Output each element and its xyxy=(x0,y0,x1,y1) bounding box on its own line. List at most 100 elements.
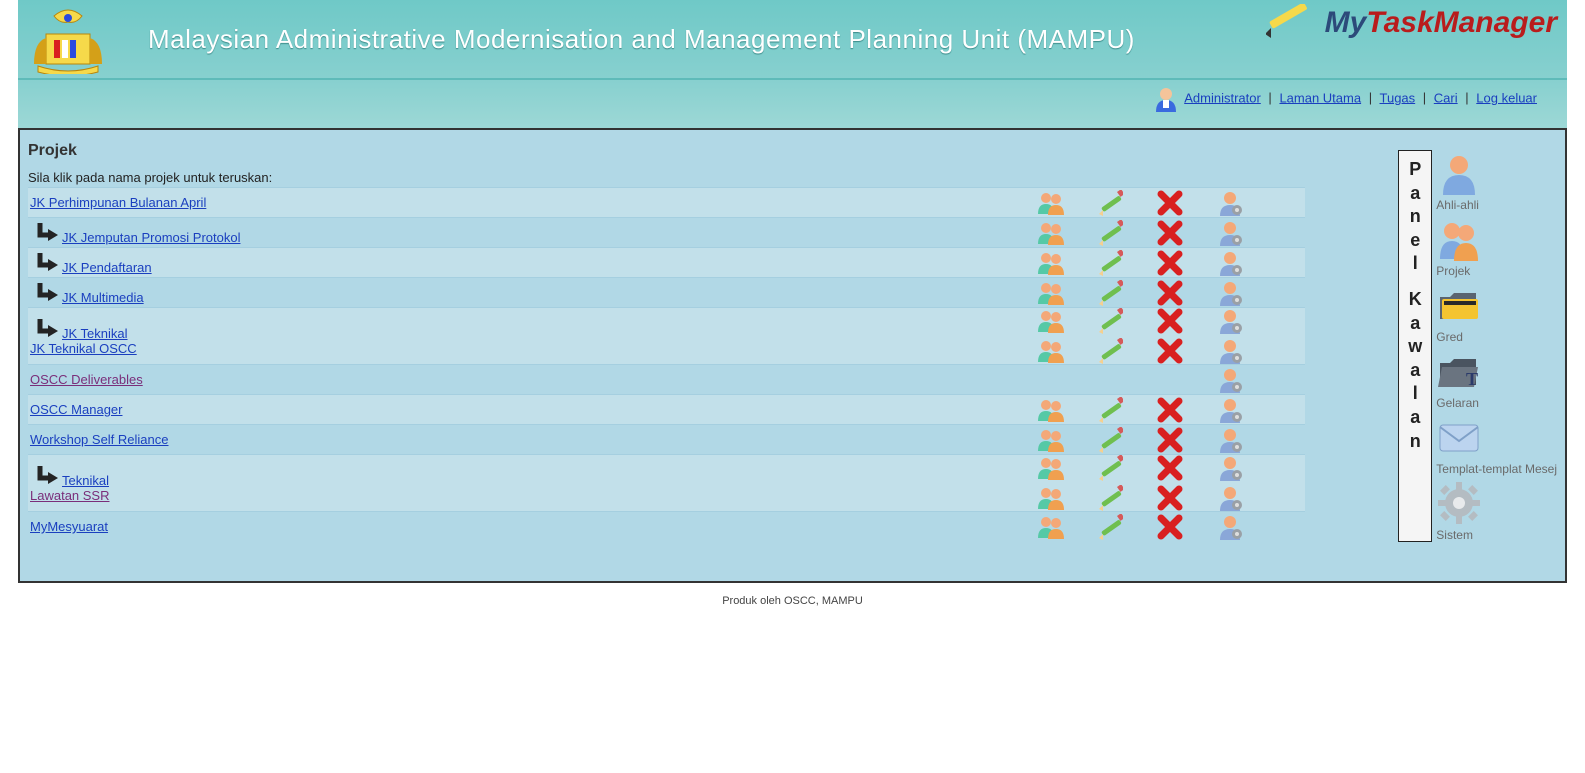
edit-icon[interactable] xyxy=(1095,250,1125,276)
nav-home[interactable]: Laman Utama xyxy=(1279,90,1361,105)
project-link[interactable]: JK Multimedia xyxy=(62,290,144,305)
mail-icon xyxy=(1436,414,1482,460)
project-link[interactable]: JK Teknikal xyxy=(62,326,128,341)
delete-icon[interactable] xyxy=(1155,427,1185,453)
edit-icon[interactable] xyxy=(1095,514,1125,540)
panel-item-msg-templates[interactable]: Templat-templat Mesej xyxy=(1436,414,1557,476)
admin-icon[interactable] xyxy=(1215,367,1245,393)
project-link[interactable]: JK Teknikal OSCC xyxy=(30,341,137,356)
edit-icon[interactable] xyxy=(1095,220,1125,246)
edit-icon[interactable] xyxy=(1095,308,1125,334)
project-link[interactable]: JK Pendaftaran xyxy=(62,260,152,275)
edit-icon[interactable] xyxy=(1095,427,1125,453)
admin-icon[interactable] xyxy=(1215,280,1245,306)
admin-icon[interactable] xyxy=(1215,397,1245,423)
user-avatar-icon xyxy=(1153,86,1179,112)
delete-icon[interactable] xyxy=(1155,485,1185,511)
panel-item-project[interactable]: Projek xyxy=(1436,216,1557,278)
table-row: OSCC Manager xyxy=(28,394,1305,424)
indent-arrow-icon xyxy=(36,221,60,245)
delete-icon[interactable] xyxy=(1155,250,1185,276)
members-icon[interactable] xyxy=(1035,485,1065,511)
app-logo: MyTaskManager xyxy=(1266,4,1557,44)
edit-icon[interactable] xyxy=(1095,338,1125,364)
table-row: Teknikal Lawatan SSR xyxy=(28,454,1305,511)
members-icon[interactable] xyxy=(1035,397,1065,423)
edit-icon[interactable] xyxy=(1095,485,1125,511)
project-link[interactable]: Teknikal xyxy=(62,473,109,488)
table-row: JK Perhimpunan Bulanan April xyxy=(28,187,1305,217)
page-title: Projek xyxy=(28,142,1305,160)
nav-tasks[interactable]: Tugas xyxy=(1380,90,1416,105)
admin-icon[interactable] xyxy=(1215,338,1245,364)
header-title: Malaysian Administrative Modernisation a… xyxy=(148,24,1135,55)
admin-icon[interactable] xyxy=(1215,455,1245,481)
nav-logout[interactable]: Log keluar xyxy=(1476,90,1537,105)
admin-icon[interactable] xyxy=(1215,514,1245,540)
folder-title-icon xyxy=(1436,348,1482,394)
panel-item-grade[interactable]: Gred xyxy=(1436,282,1557,344)
table-row: JK Pendaftaran xyxy=(28,247,1305,277)
delete-icon[interactable] xyxy=(1155,397,1185,423)
admin-icon[interactable] xyxy=(1215,308,1245,334)
admin-icon[interactable] xyxy=(1215,485,1245,511)
delete-icon[interactable] xyxy=(1155,190,1185,216)
project-list: JK Perhimpunan Bulanan April JK Jemputan… xyxy=(28,187,1305,541)
delete-icon[interactable] xyxy=(1155,514,1185,540)
project-link[interactable]: JK Perhimpunan Bulanan April xyxy=(30,195,206,210)
content-frame: Projek Sila klik pada nama projek untuk … xyxy=(18,128,1567,583)
delete-icon[interactable] xyxy=(1155,220,1185,246)
admin-icon[interactable] xyxy=(1215,190,1245,216)
members-icon[interactable] xyxy=(1035,250,1065,276)
indent-arrow-icon xyxy=(36,251,60,275)
header-banner: Malaysian Administrative Modernisation a… xyxy=(18,0,1567,79)
panel-item-system[interactable]: Sistem xyxy=(1436,480,1557,542)
edit-icon[interactable] xyxy=(1095,190,1125,216)
project-link[interactable]: Lawatan SSR xyxy=(30,488,110,503)
table-row: Workshop Self Reliance xyxy=(28,424,1305,454)
person-icon xyxy=(1436,150,1482,196)
panel-item-title[interactable]: Gelaran xyxy=(1436,348,1557,410)
table-row: JK Multimedia xyxy=(28,277,1305,307)
delete-icon[interactable] xyxy=(1155,338,1185,364)
gear-icon xyxy=(1436,480,1482,526)
indent-arrow-icon xyxy=(36,281,60,305)
panel-item-members[interactable]: Ahli-ahli xyxy=(1436,150,1557,212)
page-hint: Sila klik pada nama projek untuk teruska… xyxy=(28,170,1305,185)
delete-icon[interactable] xyxy=(1155,455,1185,481)
members-icon[interactable] xyxy=(1035,514,1065,540)
nav-administrator[interactable]: Administrator xyxy=(1184,90,1261,105)
members-icon[interactable] xyxy=(1035,338,1065,364)
project-link[interactable]: JK Jemputan Promosi Protokol xyxy=(62,230,240,245)
folder-icon xyxy=(1436,282,1482,328)
table-row: MyMesyuarat xyxy=(28,511,1305,541)
edit-icon[interactable] xyxy=(1095,280,1125,306)
project-link[interactable]: OSCC Manager xyxy=(30,402,122,417)
footer-text: Produk oleh OSCC, MAMPU xyxy=(18,583,1567,627)
edit-icon[interactable] xyxy=(1095,397,1125,423)
members-icon[interactable] xyxy=(1035,220,1065,246)
top-nav: Administrator | Laman Utama | Tugas | Ca… xyxy=(18,79,1567,128)
admin-icon[interactable] xyxy=(1215,427,1245,453)
table-row: JK Teknikal JK Teknikal OSCC xyxy=(28,307,1305,364)
edit-icon[interactable] xyxy=(1095,455,1125,481)
table-row: JK Jemputan Promosi Protokol xyxy=(28,217,1305,247)
members-icon[interactable] xyxy=(1035,427,1065,453)
delete-icon[interactable] xyxy=(1155,308,1185,334)
control-panel: P a n e l K a w a l a n A xyxy=(1398,150,1557,542)
members-icon[interactable] xyxy=(1035,308,1065,334)
admin-icon[interactable] xyxy=(1215,250,1245,276)
members-icon[interactable] xyxy=(1035,455,1065,481)
project-link[interactable]: Workshop Self Reliance xyxy=(30,432,169,447)
people-icon xyxy=(1436,216,1482,262)
admin-icon[interactable] xyxy=(1215,220,1245,246)
indent-arrow-icon xyxy=(36,317,60,341)
panel-title: P a n e l K a w a l a n xyxy=(1398,150,1432,542)
members-icon[interactable] xyxy=(1035,280,1065,306)
crest-logo xyxy=(28,4,108,74)
members-icon[interactable] xyxy=(1035,190,1065,216)
delete-icon[interactable] xyxy=(1155,280,1185,306)
nav-search[interactable]: Cari xyxy=(1434,90,1458,105)
project-link[interactable]: MyMesyuarat xyxy=(30,519,108,534)
project-link[interactable]: OSCC Deliverables xyxy=(30,372,143,387)
